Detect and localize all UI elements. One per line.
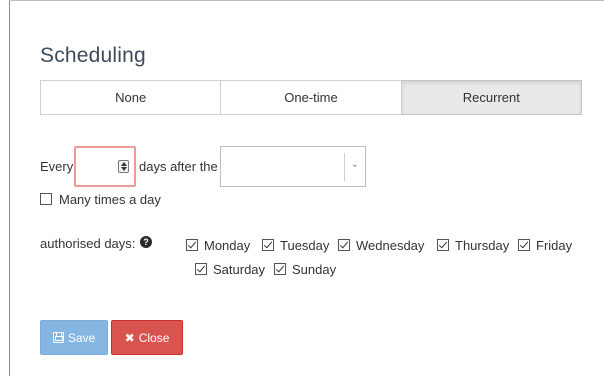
day-friday-checkbox[interactable]: [518, 239, 530, 251]
day-sunday-checkbox[interactable]: [274, 263, 286, 275]
schedule-type-tabs: None One-time Recurrent: [40, 80, 582, 115]
save-button[interactable]: Save: [40, 320, 108, 355]
day-tuesday-checkbox[interactable]: [262, 239, 274, 251]
dialog-left-border: [9, 0, 10, 376]
day-wednesday-label: Wednesday: [356, 238, 425, 253]
day-sunday-label: Sunday: [292, 262, 337, 277]
spinner-arrows-icon[interactable]: [118, 160, 129, 173]
tab-none[interactable]: None: [40, 80, 222, 115]
day-monday-checkbox[interactable]: [186, 239, 198, 251]
authorised-days-label: authorised days:: [40, 236, 136, 251]
select-divider: [344, 153, 345, 181]
day-tuesday-label: Tuesday: [280, 238, 330, 253]
many-times-checkbox[interactable]: [40, 193, 52, 205]
chevron-down-icon: ⌄: [350, 159, 359, 170]
close-button[interactable]: ✖ Close: [111, 320, 183, 355]
dialog-title: Scheduling: [40, 44, 146, 67]
dialog-top-border: [9, 0, 604, 1]
day-monday-label: Monday: [204, 238, 251, 253]
day-saturday-checkbox[interactable]: [195, 263, 207, 275]
question-circle-icon[interactable]: ?: [140, 236, 152, 248]
save-button-label: Save: [67, 330, 96, 345]
days-after-label: days after the: [139, 159, 218, 174]
interval-number-input[interactable]: [74, 146, 136, 187]
close-button-label: Close: [138, 330, 170, 345]
tab-one-time[interactable]: One-time: [221, 80, 402, 115]
day-wednesday-checkbox[interactable]: [338, 239, 350, 251]
day-thursday-label: Thursday: [455, 238, 510, 253]
floppy-disk-icon: [52, 332, 64, 343]
day-thursday-checkbox[interactable]: [437, 239, 449, 251]
every-label: Every: [40, 159, 74, 174]
x-icon: ✖: [124, 330, 135, 345]
anchor-select[interactable]: ⌄: [220, 146, 366, 187]
tab-recurrent[interactable]: Recurrent: [401, 80, 582, 115]
many-times-label: Many times a day: [59, 192, 161, 207]
day-friday-label: Friday: [536, 238, 573, 253]
day-saturday-label: Saturday: [213, 262, 266, 277]
